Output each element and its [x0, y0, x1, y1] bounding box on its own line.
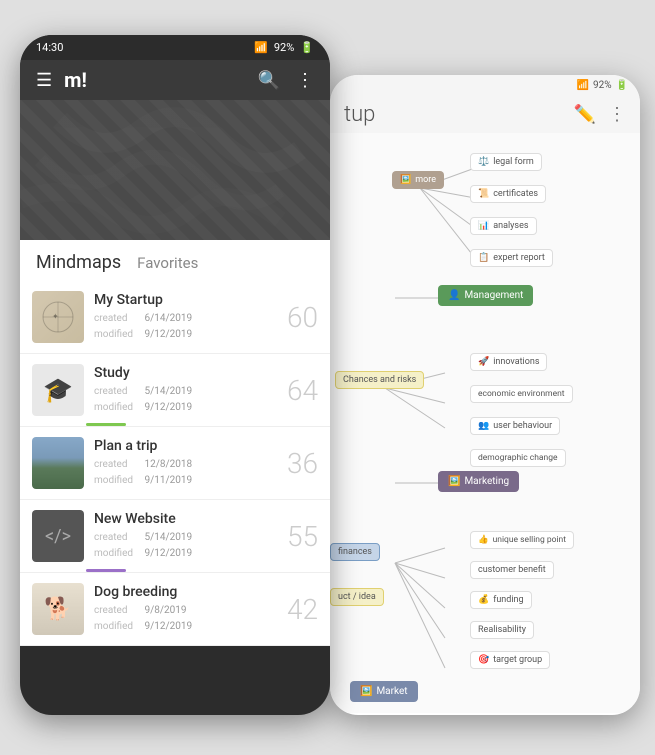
status-bar-left: 14:30 📶 92% 🔋 [20, 35, 330, 60]
tab-mindmaps[interactable]: Mindmaps [36, 252, 121, 273]
list-item[interactable]: 🎓 Study created 5/14/2019 modified 9/12/… [20, 354, 330, 427]
node-chances-risks[interactable]: Chances and risks [335, 371, 424, 389]
item-thumbnail: 🐕 [32, 583, 84, 635]
app-logo: m! [64, 68, 87, 92]
node-expert-report[interactable]: 📋expert report [470, 249, 553, 267]
svg-text:✦: ✦ [52, 312, 59, 321]
node-finances[interactable]: finances [330, 543, 380, 561]
battery-icon-right: 🔋 [616, 80, 628, 91]
node-management[interactable]: 👤Management [438, 285, 533, 306]
right-phone: 📶 92% 🔋 tup ✏️ ⋮ [330, 75, 640, 715]
node-more[interactable]: 🖼️more [392, 171, 444, 189]
hero-section [20, 100, 330, 240]
list-item[interactable]: 🐕 Dog breeding created 9/8/2019 modified… [20, 573, 330, 646]
item-thumbnail: ✦ [32, 291, 84, 343]
mindmap-canvas[interactable]: ⚖️legal form 📜certificates 📊analyses 📋ex… [330, 133, 640, 713]
color-bar [86, 569, 126, 572]
menu-icon[interactable]: ☰ [36, 70, 52, 91]
item-count: 55 [282, 520, 318, 553]
search-icon[interactable]: 🔍 [258, 70, 280, 91]
status-bar-right: 📶 92% 🔋 [330, 75, 640, 96]
item-thumbnail: 🎓 [32, 364, 84, 416]
node-customer-benefit[interactable]: customer benefit [470, 561, 554, 579]
wifi-icon-right: 📶 [577, 80, 589, 91]
node-target-group[interactable]: 🎯target group [470, 651, 550, 669]
node-realisability[interactable]: Realisability [470, 621, 534, 639]
section-header: Mindmaps Favorites [20, 240, 330, 281]
node-innovations[interactable]: 🚀innovations [470, 353, 547, 371]
item-meta: created 5/14/2019 modified 9/12/2019 [94, 530, 272, 562]
mindmap-list: ✦ My Startup created 6/14/2019 modified … [20, 281, 330, 646]
app-header-right: tup ✏️ ⋮ [330, 96, 640, 133]
item-info: Study created 5/14/2019 modified 9/12/20… [94, 365, 272, 416]
item-meta: created 9/8/2019 modified 9/12/2019 [94, 603, 272, 635]
item-title: Plan a trip [94, 438, 272, 454]
node-unique-selling[interactable]: 👍unique selling point [470, 531, 574, 549]
header-action-icons: 🔍 ⋮ [258, 70, 314, 91]
list-item[interactable]: ✦ My Startup created 6/14/2019 modified … [20, 281, 330, 354]
item-info: My Startup created 6/14/2019 modified 9/… [94, 292, 272, 343]
app-header-left: ☰ m! 🔍 ⋮ [20, 60, 330, 100]
code-icon: </> [45, 526, 71, 547]
color-bar [86, 423, 126, 426]
battery-right: 92% [593, 80, 612, 91]
list-item[interactable]: Plan a trip created 12/8/2018 modified 9… [20, 427, 330, 500]
node-analyses[interactable]: 📊analyses [470, 217, 537, 235]
item-thumbnail [32, 437, 84, 489]
node-marketing[interactable]: 🖼️Marketing [438, 471, 519, 492]
page-title: tup [344, 102, 375, 127]
graduation-icon: 🎓 [43, 376, 73, 404]
header-icons-right: ✏️ ⋮ [574, 104, 626, 125]
item-count: 36 [282, 447, 318, 480]
node-economic-env[interactable]: economic environment [470, 385, 573, 403]
left-phone: 14:30 📶 92% 🔋 ☰ m! 🔍 ⋮ Mindmaps Favorite… [20, 35, 330, 715]
list-item[interactable]: </> New Website created 5/14/2019 modifi… [20, 500, 330, 573]
item-count: 64 [282, 374, 318, 407]
wifi-icon: 📶 [254, 41, 268, 54]
item-title: My Startup [94, 292, 272, 308]
item-info: New Website created 5/14/2019 modified 9… [94, 511, 272, 562]
node-market[interactable]: 🖼️Market [350, 681, 418, 702]
node-certificates[interactable]: 📜certificates [470, 185, 546, 203]
item-thumbnail: </> [32, 510, 84, 562]
item-meta: created 5/14/2019 modified 9/12/2019 [94, 384, 272, 416]
battery-text: 92% [274, 41, 294, 54]
node-product-idea[interactable]: uct / idea [330, 588, 384, 606]
tab-favorites[interactable]: Favorites [137, 254, 198, 272]
item-title: Dog breeding [94, 584, 272, 600]
node-funding[interactable]: 💰funding [470, 591, 532, 609]
more-icon[interactable]: ⋮ [296, 70, 314, 91]
battery-icon: 🔋 [300, 41, 314, 54]
item-title: Study [94, 365, 272, 381]
node-user-behaviour[interactable]: 👥user behaviour [470, 417, 560, 435]
item-title: New Website [94, 511, 272, 527]
item-info: Plan a trip created 12/8/2018 modified 9… [94, 438, 272, 489]
edit-icon[interactable]: ✏️ [574, 104, 596, 125]
more-icon-right[interactable]: ⋮ [608, 104, 626, 125]
item-info: Dog breeding created 9/8/2019 modified 9… [94, 584, 272, 635]
item-meta: created 6/14/2019 modified 9/12/2019 [94, 311, 272, 343]
item-count: 60 [282, 301, 318, 334]
node-legal-form[interactable]: ⚖️legal form [470, 153, 542, 171]
item-count: 42 [282, 593, 318, 626]
time: 14:30 [36, 41, 63, 54]
node-demographic[interactable]: demographic change [470, 449, 566, 467]
item-meta: created 12/8/2018 modified 9/11/2019 [94, 457, 272, 489]
